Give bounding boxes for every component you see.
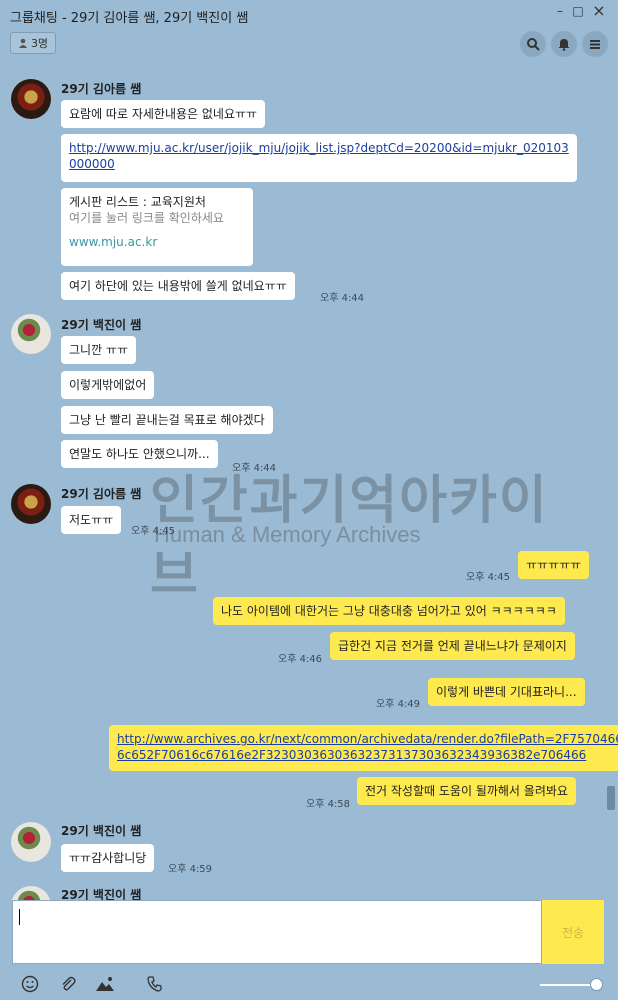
message-bubble[interactable]: 연말도 하나도 안했으니까... bbox=[61, 440, 218, 468]
title-bar: 그룹채팅 - 29기 김아름 쌤, 29기 백진이 쌤 – □ × 3명 bbox=[0, 0, 618, 64]
message-time: 오후 4:49 bbox=[376, 699, 421, 710]
my-message-bubble[interactable]: 급한건 지금 전거를 언제 끝내느냐가 문제이지 bbox=[330, 632, 575, 660]
image-icon bbox=[96, 977, 114, 991]
image-button[interactable] bbox=[95, 974, 115, 994]
minimize-button[interactable]: – bbox=[552, 4, 568, 18]
avatar[interactable] bbox=[11, 886, 51, 900]
maximize-button[interactable]: □ bbox=[570, 4, 586, 18]
my-message-bubble[interactable]: 나도 아이템에 대한거는 그냥 대충대충 넘어가고 있어 ㅋㅋㅋㅋㅋㅋ bbox=[213, 597, 565, 625]
preview-title: 게시판 리스트 : 교육지원처 bbox=[69, 195, 206, 209]
message-bubble[interactable]: 그냥 난 빨리 끝내는걸 목표로 해야겠다 bbox=[61, 406, 273, 434]
sender-name: 29기 백진이 쌤 bbox=[61, 824, 142, 838]
text-caret bbox=[19, 909, 20, 925]
search-button[interactable] bbox=[520, 31, 546, 57]
avatar[interactable] bbox=[11, 484, 51, 524]
message-time: 오후 4:58 bbox=[306, 799, 351, 810]
emoji-icon bbox=[21, 975, 39, 993]
sender-name: 29기 김아름 쌤 bbox=[61, 487, 142, 501]
bell-icon bbox=[559, 39, 569, 51]
message-time: 오후 4:45 bbox=[466, 572, 511, 583]
emoji-button[interactable] bbox=[20, 974, 40, 994]
call-icon bbox=[147, 976, 162, 992]
avatar[interactable] bbox=[11, 314, 51, 354]
attach-icon bbox=[62, 976, 76, 991]
scrollbar-thumb[interactable] bbox=[607, 786, 615, 810]
message-bubble[interactable]: 요람에 따로 자세한내용은 없네요ㅠㅠ bbox=[61, 100, 266, 128]
menu-icon bbox=[590, 40, 600, 49]
message-time: 오후 4:45 bbox=[131, 526, 176, 537]
my-message-bubble[interactable]: ㅠㅠㅠㅠㅠ bbox=[518, 551, 590, 579]
sender-name: 29기 백진이 쌤 bbox=[61, 888, 142, 900]
watermark: 인간과기억아카이브 Human & Memory Archives bbox=[150, 458, 550, 606]
message-bubble[interactable]: ㅠㅠ감사합니당 bbox=[61, 844, 155, 872]
notification-button[interactable] bbox=[551, 31, 577, 57]
chat-area[interactable]: 29기 김아름 쌤 요람에 따로 자세한내용은 없네요ㅠㅠ http://www… bbox=[0, 64, 618, 900]
send-button[interactable]: 전송 bbox=[542, 900, 604, 964]
message-time: 오후 4:44 bbox=[320, 293, 365, 304]
message-link[interactable]: http://www.archives.go.kr/next/common/ar… bbox=[117, 731, 618, 747]
link-preview-card[interactable]: 게시판 리스트 : 교육지원처 여기를 눌러 링크를 확인하세요 www.mju… bbox=[61, 188, 253, 266]
window-title: 그룹채팅 - 29기 김아름 쌤, 29기 백진이 쌤 bbox=[10, 11, 249, 26]
message-link-cont[interactable]: 000000 bbox=[69, 156, 569, 172]
my-link-message-bubble[interactable]: http://www.archives.go.kr/next/common/ar… bbox=[109, 725, 618, 771]
attach-button[interactable] bbox=[58, 974, 78, 994]
close-button[interactable]: × bbox=[591, 1, 607, 20]
message-time: 오후 4:44 bbox=[232, 463, 277, 474]
message-input[interactable] bbox=[12, 900, 542, 964]
message-bubble[interactable]: 여기 하단에 있는 내용밖에 쓸게 없네요ㅠㅠ bbox=[61, 272, 295, 300]
person-icon bbox=[18, 38, 27, 48]
my-message-bubble[interactable]: 전거 작성할때 도움이 될까해서 올려봐요 bbox=[357, 777, 576, 805]
message-bubble[interactable]: 이렇게밖에없어 bbox=[61, 371, 155, 399]
sender-name: 29기 김아름 쌤 bbox=[61, 82, 142, 96]
input-area: 전송 bbox=[0, 900, 618, 1000]
message-time: 오후 4:46 bbox=[278, 654, 323, 665]
watermark-korean: 인간과기억아카이브 bbox=[150, 471, 549, 606]
watermark-english: Human & Memory Archives bbox=[154, 522, 421, 547]
call-button[interactable] bbox=[145, 974, 165, 994]
message-bubble[interactable]: 그니깐 ㅠㅠ bbox=[61, 336, 137, 364]
member-count: 3명 bbox=[30, 37, 49, 50]
menu-button[interactable] bbox=[582, 31, 608, 57]
message-bubble[interactable]: 저도ㅠㅠ bbox=[61, 506, 122, 534]
avatar[interactable] bbox=[11, 822, 51, 862]
message-time: 오후 4:59 bbox=[168, 864, 213, 875]
link-message-bubble[interactable]: http://www.mju.ac.kr/user/jojik_mju/joji… bbox=[61, 134, 577, 182]
my-message-bubble[interactable]: 이렇게 바쁜데 기대표라니... bbox=[428, 678, 585, 706]
message-link[interactable]: http://www.mju.ac.kr/user/jojik_mju/joji… bbox=[69, 140, 569, 156]
search-icon bbox=[527, 38, 540, 51]
avatar[interactable] bbox=[11, 79, 51, 119]
message-link-cont[interactable]: 6c652F70616c67616e2F32303036303632373137… bbox=[117, 747, 618, 763]
sender-name: 29기 백진이 쌤 bbox=[61, 318, 142, 332]
member-count-button[interactable]: 3명 bbox=[10, 32, 56, 54]
preview-description: 여기를 눌러 링크를 확인하세요 bbox=[69, 211, 224, 225]
preview-domain[interactable]: www.mju.ac.kr bbox=[69, 234, 245, 250]
opacity-slider-knob[interactable] bbox=[590, 978, 603, 991]
